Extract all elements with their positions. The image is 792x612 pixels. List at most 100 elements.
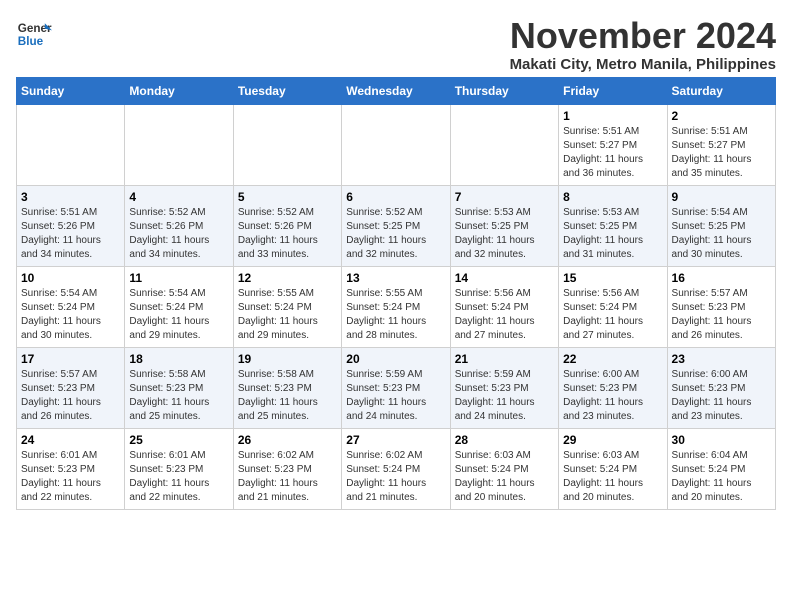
day-info: Sunrise: 5:51 AM Sunset: 5:26 PM Dayligh… (21, 206, 120, 262)
calendar-week-row: 17 Sunrise: 5:57 AM Sunset: 5:23 PM Dayli… (17, 347, 776, 428)
day-info: Sunrise: 5:53 AM Sunset: 5:25 PM Dayligh… (563, 206, 662, 262)
day-number: 19 (238, 352, 337, 366)
calendar-cell: 19 Sunrise: 5:58 AM Sunset: 5:23 PM Dayli… (233, 347, 341, 428)
calendar-cell: 8 Sunrise: 5:53 AM Sunset: 5:25 PM Daylig… (559, 185, 667, 266)
calendar-cell: 14Sunrise: 5:56 AM Sunset: 5:24 PM Dayli… (450, 266, 558, 347)
weekday-header: Friday (559, 77, 667, 104)
calendar-cell (17, 104, 125, 185)
day-number: 12 (238, 271, 337, 285)
weekday-header: Sunday (17, 77, 125, 104)
day-number: 3 (21, 190, 120, 204)
location-subtitle: Makati City, Metro Manila, Philippines (510, 56, 776, 73)
calendar-cell: 1Sunrise: 5:51 AM Sunset: 5:27 PM Daylig… (559, 104, 667, 185)
calendar-cell: 11 Sunrise: 5:54 AM Sunset: 5:24 PM Dayli… (125, 266, 233, 347)
day-info: Sunrise: 6:01 AM Sunset: 5:23 PM Dayligh… (21, 449, 120, 505)
day-number: 14 (455, 271, 554, 285)
calendar-cell: 5 Sunrise: 5:52 AM Sunset: 5:26 PM Daylig… (233, 185, 341, 266)
calendar-cell: 21Sunrise: 5:59 AM Sunset: 5:23 PM Dayli… (450, 347, 558, 428)
calendar-cell: 22Sunrise: 6:00 AM Sunset: 5:23 PM Dayli… (559, 347, 667, 428)
weekday-header: Wednesday (342, 77, 450, 104)
logo: General Blue (16, 16, 52, 52)
day-number: 1 (563, 109, 662, 123)
calendar-cell: 26 Sunrise: 6:02 AM Sunset: 5:23 PM Dayli… (233, 428, 341, 509)
day-info: Sunrise: 5:58 AM Sunset: 5:23 PM Dayligh… (238, 368, 337, 424)
day-number: 15 (563, 271, 662, 285)
day-number: 2 (672, 109, 771, 123)
calendar-cell (233, 104, 341, 185)
calendar-cell: 17 Sunrise: 5:57 AM Sunset: 5:23 PM Dayli… (17, 347, 125, 428)
page-header: General Blue November 2024 Makati City, … (16, 16, 776, 73)
calendar-cell: 28Sunrise: 6:03 AM Sunset: 5:24 PM Dayli… (450, 428, 558, 509)
day-number: 8 (563, 190, 662, 204)
day-info: Sunrise: 6:04 AM Sunset: 5:24 PM Dayligh… (672, 449, 771, 505)
day-info: Sunrise: 5:57 AM Sunset: 5:23 PM Dayligh… (672, 287, 771, 343)
calendar-cell: 6 Sunrise: 5:52 AM Sunset: 5:25 PM Daylig… (342, 185, 450, 266)
calendar-week-row: 10 Sunrise: 5:54 AM Sunset: 5:24 PM Dayli… (17, 266, 776, 347)
day-number: 23 (672, 352, 771, 366)
day-number: 18 (129, 352, 228, 366)
day-info: Sunrise: 5:54 AM Sunset: 5:25 PM Dayligh… (672, 206, 771, 262)
day-info: Sunrise: 5:52 AM Sunset: 5:25 PM Dayligh… (346, 206, 445, 262)
day-info: Sunrise: 5:53 AM Sunset: 5:25 PM Dayligh… (455, 206, 554, 262)
day-number: 13 (346, 271, 445, 285)
day-info: Sunrise: 5:52 AM Sunset: 5:26 PM Dayligh… (129, 206, 228, 262)
calendar-table: SundayMondayTuesdayWednesdayThursdayFrid… (16, 77, 776, 510)
day-info: Sunrise: 5:58 AM Sunset: 5:23 PM Dayligh… (129, 368, 228, 424)
calendar-cell: 9 Sunrise: 5:54 AM Sunset: 5:25 PM Daylig… (667, 185, 775, 266)
calendar-cell: 27 Sunrise: 6:02 AM Sunset: 5:24 PM Dayli… (342, 428, 450, 509)
calendar-cell: 24 Sunrise: 6:01 AM Sunset: 5:23 PM Dayli… (17, 428, 125, 509)
day-info: Sunrise: 6:00 AM Sunset: 5:23 PM Dayligh… (563, 368, 662, 424)
day-info: Sunrise: 6:01 AM Sunset: 5:23 PM Dayligh… (129, 449, 228, 505)
day-info: Sunrise: 6:00 AM Sunset: 5:23 PM Dayligh… (672, 368, 771, 424)
day-number: 16 (672, 271, 771, 285)
calendar-cell: 7 Sunrise: 5:53 AM Sunset: 5:25 PM Daylig… (450, 185, 558, 266)
day-info: Sunrise: 5:57 AM Sunset: 5:23 PM Dayligh… (21, 368, 120, 424)
calendar-cell: 12 Sunrise: 5:55 AM Sunset: 5:24 PM Dayli… (233, 266, 341, 347)
day-number: 30 (672, 433, 771, 447)
calendar-cell: 13 Sunrise: 5:55 AM Sunset: 5:24 PM Dayli… (342, 266, 450, 347)
day-number: 5 (238, 190, 337, 204)
day-info: Sunrise: 6:02 AM Sunset: 5:23 PM Dayligh… (238, 449, 337, 505)
day-info: Sunrise: 5:55 AM Sunset: 5:24 PM Dayligh… (238, 287, 337, 343)
day-info: Sunrise: 6:03 AM Sunset: 5:24 PM Dayligh… (563, 449, 662, 505)
day-number: 29 (563, 433, 662, 447)
day-number: 17 (21, 352, 120, 366)
calendar-cell: 18 Sunrise: 5:58 AM Sunset: 5:23 PM Dayli… (125, 347, 233, 428)
calendar-cell: 30 Sunrise: 6:04 AM Sunset: 5:24 PM Dayli… (667, 428, 775, 509)
calendar-cell (125, 104, 233, 185)
calendar-cell: 25 Sunrise: 6:01 AM Sunset: 5:23 PM Dayli… (125, 428, 233, 509)
day-info: Sunrise: 5:56 AM Sunset: 5:24 PM Dayligh… (563, 287, 662, 343)
day-info: Sunrise: 5:55 AM Sunset: 5:24 PM Dayligh… (346, 287, 445, 343)
weekday-header: Monday (125, 77, 233, 104)
calendar-week-row: 3 Sunrise: 5:51 AM Sunset: 5:26 PM Daylig… (17, 185, 776, 266)
day-number: 20 (346, 352, 445, 366)
weekday-header: Tuesday (233, 77, 341, 104)
day-info: Sunrise: 5:52 AM Sunset: 5:26 PM Dayligh… (238, 206, 337, 262)
calendar-cell (450, 104, 558, 185)
day-number: 11 (129, 271, 228, 285)
calendar-cell: 29 Sunrise: 6:03 AM Sunset: 5:24 PM Dayli… (559, 428, 667, 509)
calendar-cell: 15 Sunrise: 5:56 AM Sunset: 5:24 PM Dayli… (559, 266, 667, 347)
day-number: 10 (21, 271, 120, 285)
day-info: Sunrise: 5:54 AM Sunset: 5:24 PM Dayligh… (129, 287, 228, 343)
day-number: 26 (238, 433, 337, 447)
day-number: 6 (346, 190, 445, 204)
day-number: 4 (129, 190, 228, 204)
svg-text:Blue: Blue (18, 35, 44, 48)
calendar-cell: 16 Sunrise: 5:57 AM Sunset: 5:23 PM Dayli… (667, 266, 775, 347)
day-number: 27 (346, 433, 445, 447)
title-block: November 2024 Makati City, Metro Manila,… (510, 16, 776, 73)
month-title: November 2024 (510, 16, 776, 56)
day-info: Sunrise: 5:54 AM Sunset: 5:24 PM Dayligh… (21, 287, 120, 343)
calendar-cell: 3 Sunrise: 5:51 AM Sunset: 5:26 PM Daylig… (17, 185, 125, 266)
day-info: Sunrise: 6:02 AM Sunset: 5:24 PM Dayligh… (346, 449, 445, 505)
calendar-cell (342, 104, 450, 185)
day-number: 7 (455, 190, 554, 204)
calendar-week-row: 1Sunrise: 5:51 AM Sunset: 5:27 PM Daylig… (17, 104, 776, 185)
day-number: 24 (21, 433, 120, 447)
calendar-week-row: 24 Sunrise: 6:01 AM Sunset: 5:23 PM Dayli… (17, 428, 776, 509)
day-info: Sunrise: 5:59 AM Sunset: 5:23 PM Dayligh… (346, 368, 445, 424)
day-number: 21 (455, 352, 554, 366)
day-number: 9 (672, 190, 771, 204)
day-number: 25 (129, 433, 228, 447)
